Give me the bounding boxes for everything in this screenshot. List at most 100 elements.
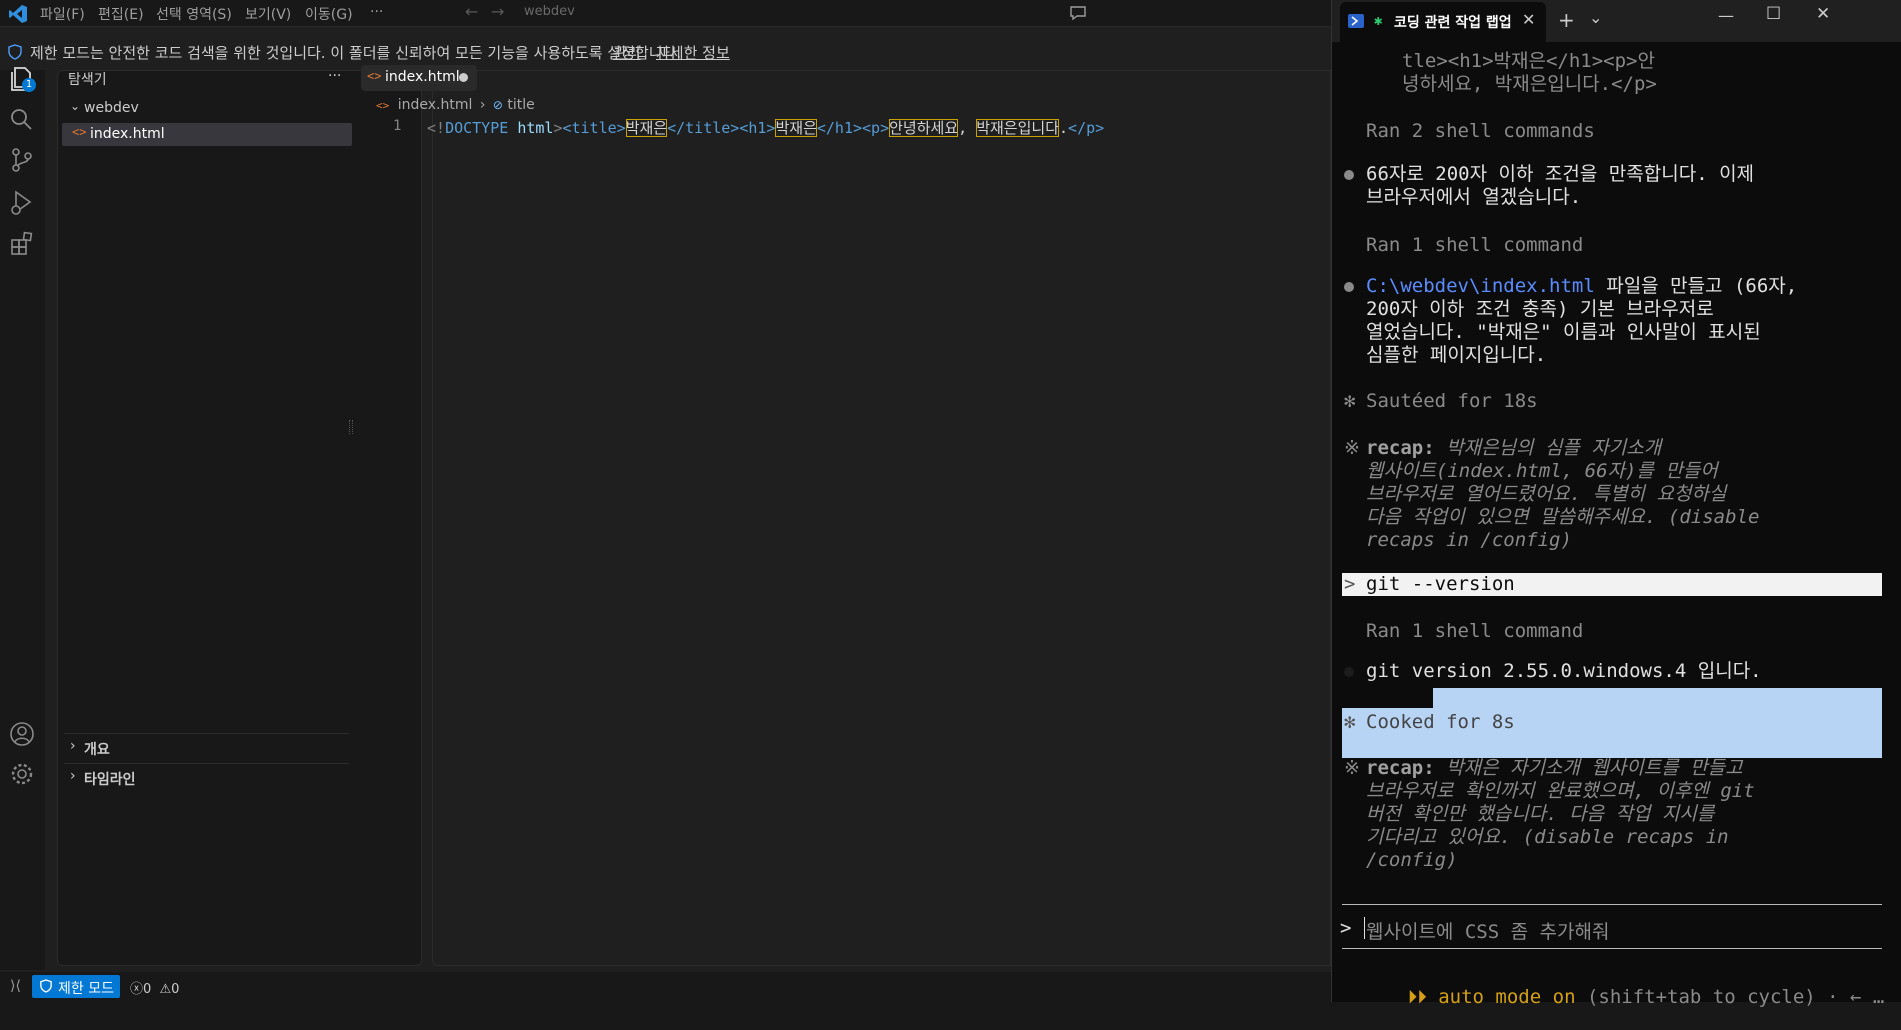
menu-go[interactable]: 이동(G) bbox=[305, 4, 353, 24]
file-path-link[interactable]: C:\webdev\index.html bbox=[1366, 275, 1595, 297]
prompt-input[interactable]: 웹사이트에 CSS 좀 추가해줘 bbox=[1364, 914, 1882, 943]
chevron-down-icon: ⌄ bbox=[70, 99, 81, 113]
chevron-right-icon: › bbox=[479, 97, 486, 113]
code-line-1[interactable]: <!DOCTYPE html><title>박재은</title><h1>박재은… bbox=[427, 117, 1104, 138]
menu-selection[interactable]: 선택 영역(S) bbox=[156, 4, 232, 24]
terminal-output-line: 브라우저에서 열겠습니다. bbox=[1366, 186, 1582, 208]
asterisk-icon: ✻ bbox=[1344, 711, 1356, 733]
terminal-tab-title: 코딩 관련 작업 랩업 bbox=[1394, 15, 1512, 31]
terminal-output-line: 브라우저로 확인까지 완료했으며, 이후엔 git bbox=[1366, 780, 1755, 802]
terminal-output-line: Ran 1 shell command bbox=[1366, 234, 1584, 256]
terminal-output-line: Sautéed for 18s bbox=[1366, 390, 1538, 412]
code-token: html bbox=[517, 119, 554, 137]
warning-count: 0 bbox=[171, 982, 180, 997]
settings-gear-icon[interactable] bbox=[6, 758, 38, 790]
restricted-mode-label: 제한 모드 bbox=[58, 981, 114, 997]
command-center-search[interactable]: webdev bbox=[524, 4, 575, 19]
code-token: 박재은 bbox=[625, 119, 668, 137]
minimize-icon[interactable]: — bbox=[1718, 6, 1734, 25]
unsaved-dot-icon[interactable] bbox=[459, 73, 468, 82]
terminal-output-line: recap: 박재은 자기소개 웹사이트를 만들고 bbox=[1366, 757, 1743, 780]
line-number: 1 bbox=[393, 118, 402, 134]
run-debug-icon[interactable] bbox=[6, 186, 38, 218]
breadcrumb: <> index.html › ⊘ title bbox=[376, 97, 535, 115]
terminal-tab[interactable]: ✱ 코딩 관련 작업 랩업 ✕ bbox=[1340, 2, 1546, 42]
error-count: 0 bbox=[143, 982, 152, 997]
bullet-icon bbox=[1344, 667, 1354, 677]
maximize-icon[interactable]: ☐ bbox=[1766, 4, 1781, 24]
html-file-icon: <> bbox=[367, 69, 382, 83]
new-tab-button[interactable]: + bbox=[1558, 8, 1575, 32]
close-window-icon[interactable]: ✕ bbox=[1816, 4, 1830, 24]
symbol-icon: ⊘ bbox=[492, 98, 503, 112]
terminal-output-line: 다음 작업이 있으면 말씀해주세요. (disable bbox=[1366, 506, 1760, 528]
prompt-placeholder: 웹사이트에 CSS 좀 추가해줘 bbox=[1366, 921, 1610, 943]
terminal-output-line: recap: 박재은님의 심플 자기소개 bbox=[1366, 437, 1661, 460]
menu-file[interactable]: 파일(F) bbox=[40, 4, 85, 24]
recap-label: recap: bbox=[1366, 437, 1435, 459]
extensions-icon[interactable] bbox=[6, 228, 38, 260]
code-token: . bbox=[1059, 119, 1069, 137]
breadcrumb-symbol[interactable]: title bbox=[507, 97, 534, 113]
explorer-icon[interactable]: 1 bbox=[6, 64, 38, 96]
menu-more[interactable]: ··· bbox=[370, 4, 383, 20]
terminal-output-line: 버전 확인만 했습니다. 다음 작업 지시를 bbox=[1366, 803, 1715, 825]
search-icon[interactable] bbox=[6, 104, 38, 136]
code-token: </p> bbox=[1068, 119, 1105, 137]
terminal-text: 박재은님의 심플 자기소개 bbox=[1434, 437, 1662, 459]
code-token: 안녕하세요 bbox=[889, 119, 959, 137]
close-tab-icon[interactable]: ✕ bbox=[1522, 10, 1535, 29]
terminal-output-line: /config) bbox=[1366, 849, 1458, 871]
outline-section[interactable]: › 개요 bbox=[58, 737, 421, 761]
text-cursor bbox=[1364, 917, 1365, 939]
source-control-icon[interactable] bbox=[6, 144, 38, 176]
folder-webdev[interactable]: ⌄ webdev bbox=[58, 99, 421, 121]
timeline-section[interactable]: › 타임라인 bbox=[58, 767, 421, 791]
title-bar: 파일(F) 편집(E) 선택 영역(S) 보기(V) 이동(G) ··· ← →… bbox=[0, 0, 1331, 27]
remote-icon[interactable]: ⟩⟨ bbox=[10, 978, 21, 994]
warning-icon: ⚠ bbox=[159, 982, 172, 997]
restricted-mode-banner: 제한 모드는 안전한 코드 검색을 위한 것입니다. 이 폴더를 신뢰하여 모든… bbox=[0, 38, 1331, 67]
previous-prompt: > git --version bbox=[1342, 573, 1882, 596]
menu-view[interactable]: 보기(V) bbox=[245, 4, 291, 24]
file-index-html[interactable]: <> index.html bbox=[62, 123, 352, 146]
explorer-more-button[interactable]: ··· bbox=[328, 68, 341, 84]
terminal-output-line: 200자 이하 조건 충족) 기본 브라우저로 bbox=[1366, 298, 1714, 320]
vscode-window: 파일(F) 편집(E) 선택 영역(S) 보기(V) 이동(G) ··· ← →… bbox=[0, 0, 1331, 1002]
error-icon: ⓧ bbox=[130, 982, 144, 997]
terminal-output-line: tle><h1>박재은</h1><p>안 bbox=[1402, 50, 1655, 72]
mode-status-line[interactable]: ⏵⏵ auto mode on (shift+tab to cycle) · ←… bbox=[1362, 964, 1885, 1030]
shield-icon bbox=[40, 979, 52, 993]
code-token: , bbox=[958, 119, 977, 137]
editor-tab-index-html[interactable]: <> index.html bbox=[361, 65, 477, 91]
forward-arrow-icon[interactable]: → bbox=[491, 2, 504, 21]
banner-manage-link[interactable]: 관리 bbox=[613, 42, 641, 63]
code-token: <title> bbox=[562, 119, 626, 137]
explorer-sidebar: 탐색기 ··· ⌄ webdev <> index.html › 개요 › 타임… bbox=[57, 68, 422, 966]
code-token: 박재은 bbox=[775, 119, 817, 137]
chat-icon[interactable] bbox=[1068, 3, 1088, 23]
code-token: </title> bbox=[667, 119, 740, 137]
chevron-right-icon: › bbox=[70, 768, 76, 784]
banner-more-info-link[interactable]: 자세한 정보 bbox=[656, 42, 730, 63]
tab-label: index.html bbox=[385, 69, 460, 85]
powershell-icon bbox=[1348, 14, 1364, 28]
account-icon[interactable] bbox=[6, 718, 38, 750]
divider bbox=[64, 733, 349, 734]
problems-indicator[interactable]: ⓧ0 ⚠0 bbox=[130, 978, 179, 997]
code-token: <p> bbox=[862, 119, 890, 137]
sash-handle[interactable] bbox=[349, 420, 353, 434]
restricted-mode-badge[interactable]: 제한 모드 bbox=[32, 975, 120, 998]
mode-label: auto mode on bbox=[1438, 986, 1576, 1008]
terminal-output-line: 심플한 페이지입니다. bbox=[1366, 344, 1547, 366]
terminal-text: 파일을 만들고 (66자, bbox=[1594, 275, 1798, 297]
terminal-output-line: 브라우저로 열어드렸어요. 특별히 요청하실 bbox=[1366, 483, 1727, 505]
explorer-badge: 1 bbox=[22, 78, 36, 92]
chevron-down-icon[interactable]: ⌄ bbox=[1589, 8, 1602, 27]
breadcrumb-file[interactable]: index.html bbox=[398, 97, 473, 113]
folder-name: webdev bbox=[84, 100, 139, 116]
back-arrow-icon[interactable]: ← bbox=[465, 2, 478, 21]
terminal-output-line: Ran 1 shell command bbox=[1366, 620, 1584, 642]
menu-edit[interactable]: 편집(E) bbox=[98, 4, 144, 24]
input-divider bbox=[1342, 948, 1882, 949]
